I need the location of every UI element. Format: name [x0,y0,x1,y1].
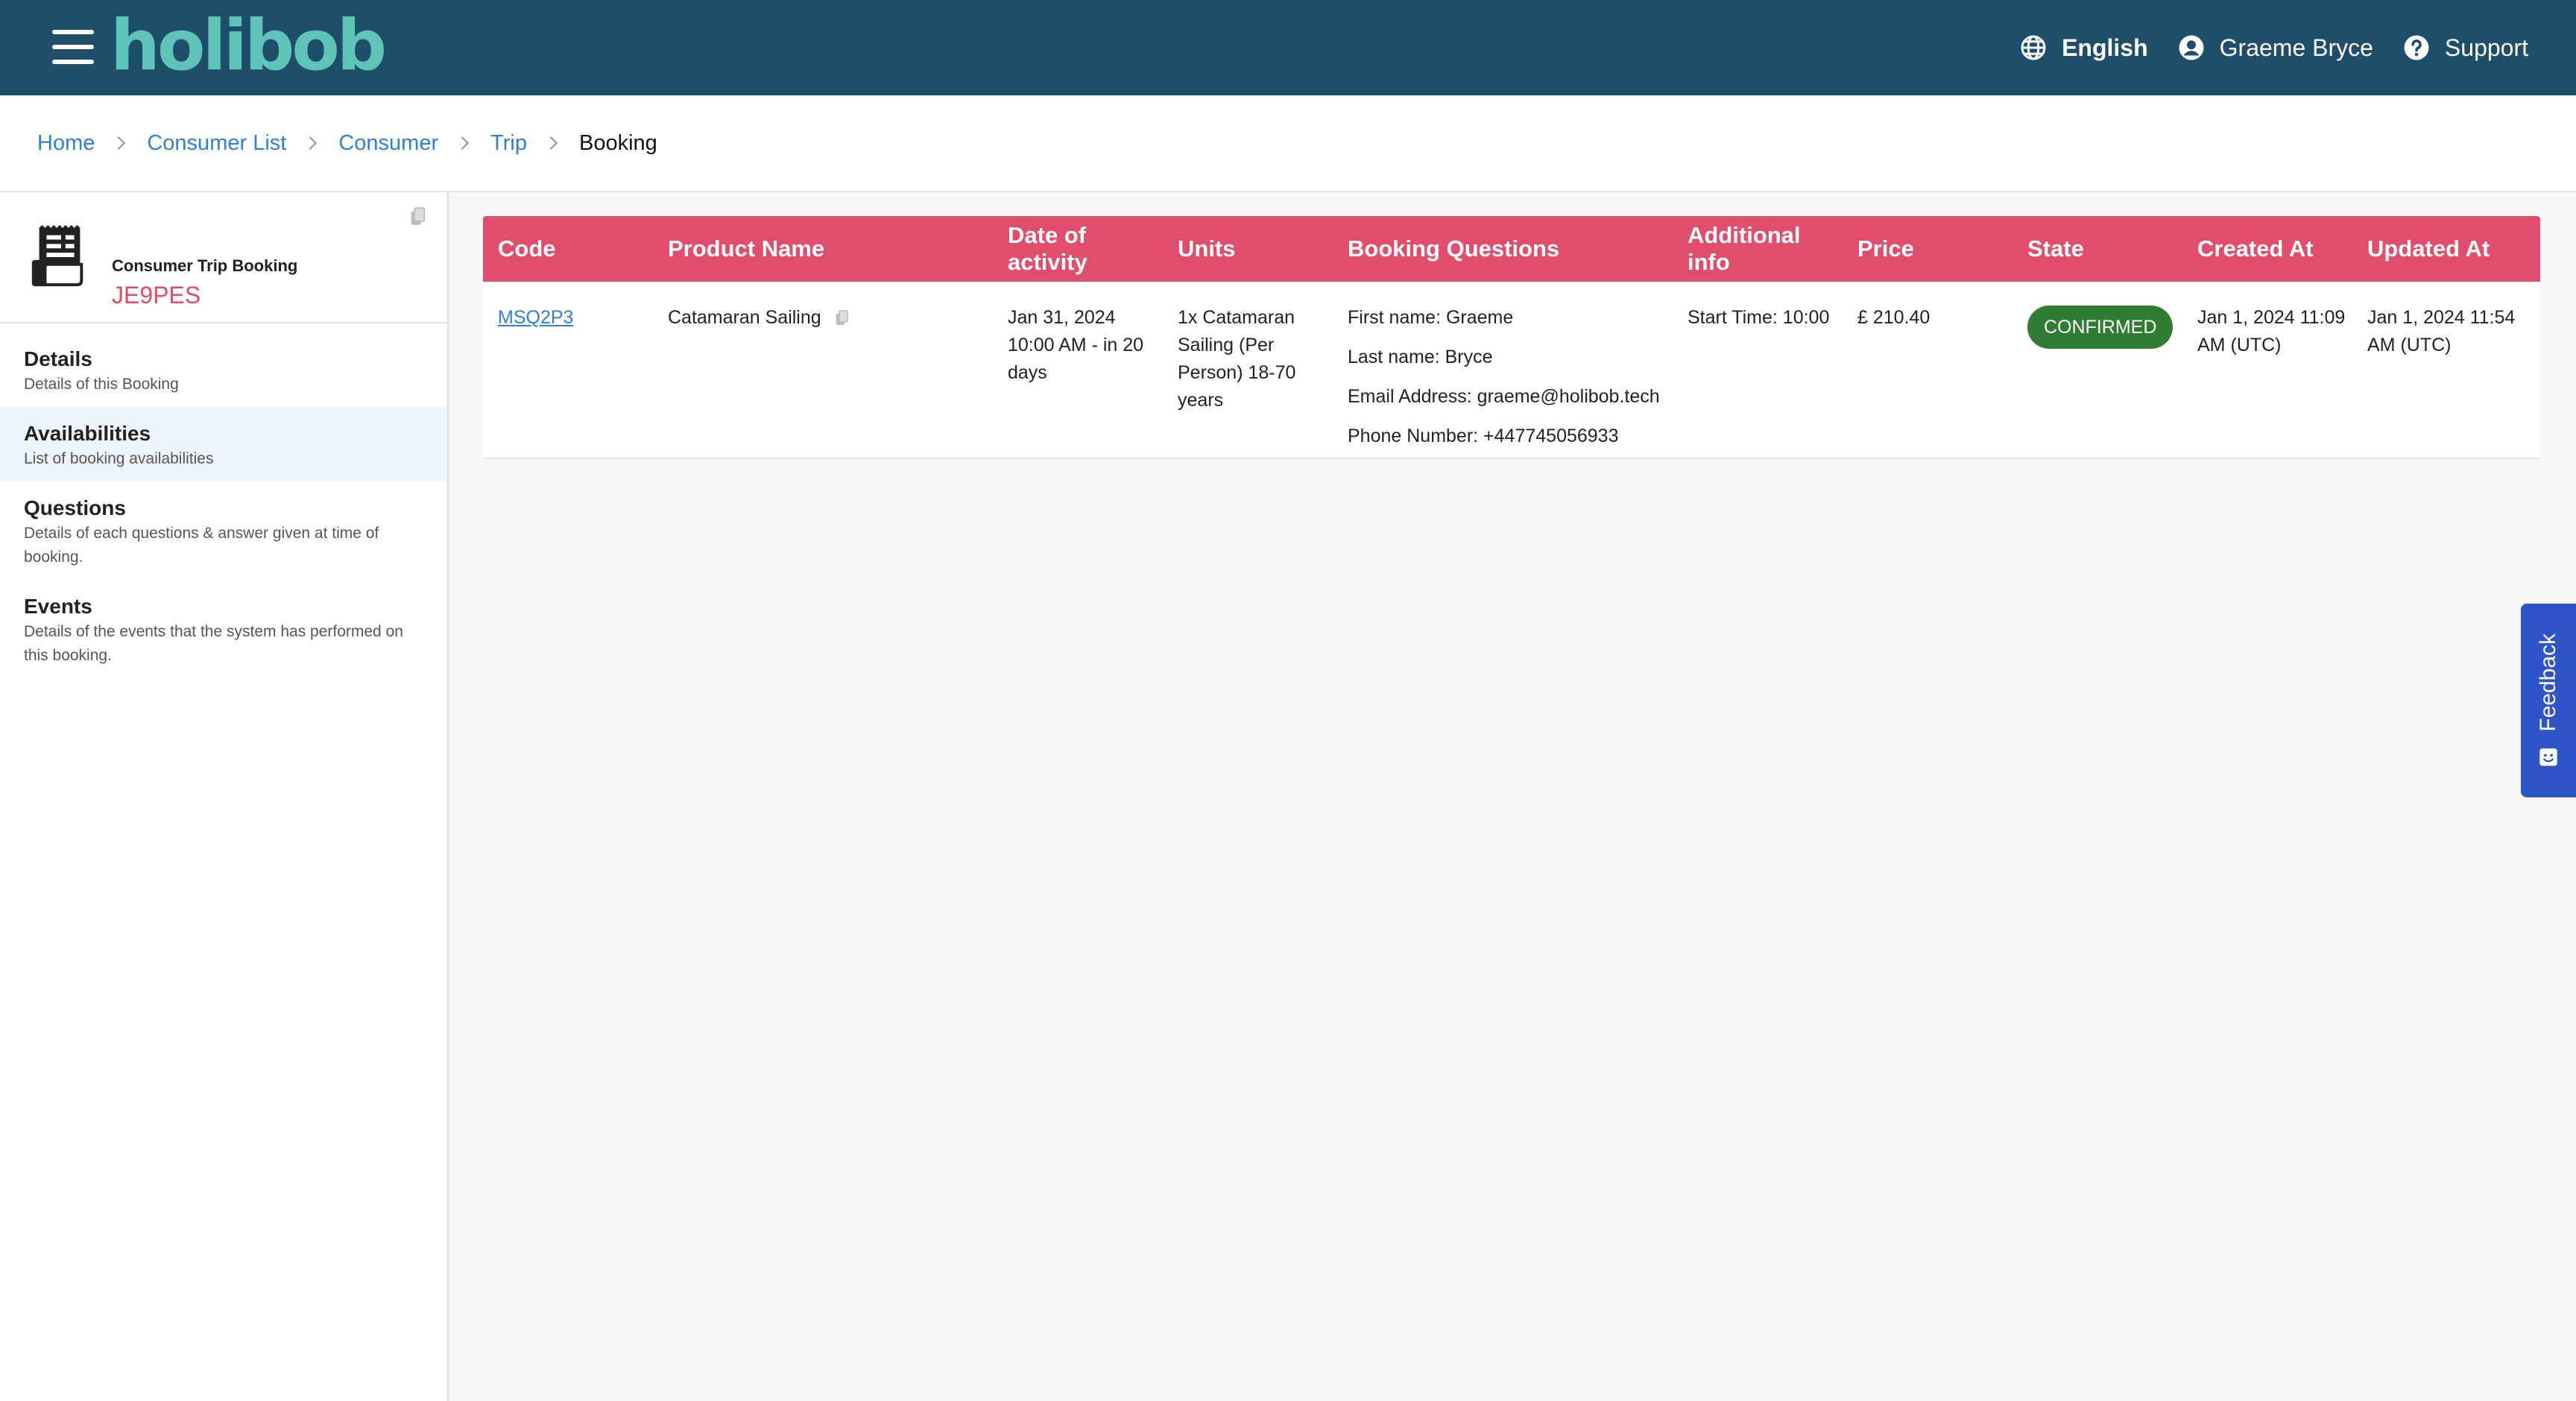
language-selector[interactable]: English [2020,34,2148,62]
chevron-right-icon [286,135,338,151]
column-header-product-name: Product Name [668,235,825,262]
sidebar-item-questions[interactable]: Questions Details of each questions & an… [0,481,447,580]
sidebar-item-title: Details [24,347,92,370]
booking-question-last-name: Last name: Bryce [1348,347,1493,367]
availability-code-link[interactable]: MSQ2P3 [498,307,573,328]
column-header-updated-at: Updated At [2367,235,2490,262]
breadcrumb-home[interactable]: Home [37,131,95,156]
copy-icon[interactable] [836,310,849,326]
holibob-logo[interactable]: holibob [110,9,387,83]
sidebar-item-events[interactable]: Events Details of the events that the sy… [0,580,447,678]
cell-units: 1x Catamaran Sailing (Per Person) 18-70 … [1178,307,1296,411]
cell-code: MSQ2P3 [483,304,653,458]
booking-code: JE9PES [112,282,201,309]
chevron-right-icon [95,135,147,151]
column-header-price: Price [1857,235,1914,262]
table-header: Code Product Name Date of activity Units… [483,216,2540,282]
sidebar-item-details[interactable]: Details Details of this Booking [0,332,447,407]
column-header-state: State [2027,235,2084,262]
status-badge: CONFIRMED [2027,306,2174,349]
user-menu[interactable]: Graeme Bryce [2178,34,2373,62]
cell-state: CONFIRMED [2012,304,2182,458]
sidebar-item-desc: Details of this Booking [24,376,179,393]
breadcrumb-booking: Booking [578,130,657,155]
feedback-button[interactable]: Feedback [2521,604,2576,797]
smiley-icon [2539,748,2557,766]
column-header-created-at: Created At [2197,235,2314,262]
sidebar: Consumer Trip Booking JE9PES Details Det… [0,192,449,1401]
sidebar-item-desc: Details of each questions & answer given… [24,525,379,566]
language-label: English [2062,34,2148,61]
cell-date-of-activity: Jan 31, 2024 10:00 AM - in 20 days [1008,307,1144,383]
column-header-units: Units [1178,235,1236,262]
booking-question-phone: Phone Number: +447745056933 [1348,426,1619,446]
sidebar-item-title: Events [24,595,92,618]
sidebar-title: Consumer Trip Booking [112,256,298,275]
menu-icon[interactable] [52,30,94,64]
column-header-date-of-activity: Date of activity [1008,222,1087,275]
sidebar-item-availabilities[interactable]: Availabilities List of booking availabil… [0,407,447,481]
column-header-booking-questions: Booking Questions [1348,235,1560,262]
booking-question-email: Email Address: graeme@holibob.tech [1348,386,1660,407]
sidebar-title-block: Consumer Trip Booking JE9PES [112,222,297,322]
column-header-code: Code [498,235,556,262]
booking-question-first-name: First name: Graeme [1348,307,1514,328]
support-link[interactable]: Support [2403,34,2528,62]
receipt-icon [31,224,83,287]
table-row: MSQ2P3 Catamaran Sailing Jan 31, 2024 10… [483,282,2540,459]
chevron-right-icon [527,135,579,151]
cell-updated-at: Jan 1, 2024 11:54 AM (UTC) [2367,307,2516,355]
product-name: Catamaran Sailing [668,307,821,328]
cell-created-at: Jan 1, 2024 11:09 AM (UTC) [2197,307,2346,355]
availabilities-table: Code Product Name Date of activity Units… [483,216,2540,459]
sidebar-item-title: Availabilities [24,422,151,445]
breadcrumb-consumer[interactable]: Consumer [338,131,438,156]
help-icon [2404,35,2429,60]
sidebar-item-desc: List of booking availabilities [24,450,214,467]
support-label: Support [2444,34,2528,61]
cell-additional-info: Start Time: 10:00 [1688,307,1830,328]
column-header-additional-info: Additional info [1688,222,1801,275]
breadcrumb-trip[interactable]: Trip [490,131,527,156]
breadcrumb: Home Consumer List Consumer Trip Booking [0,95,2576,192]
chevron-right-icon [438,135,490,151]
user-name: Graeme Bryce [2219,34,2373,61]
sidebar-header: Consumer Trip Booking JE9PES [0,192,447,323]
sidebar-item-title: Questions [24,496,126,519]
sidebar-item-desc: Details of the events that the system ha… [24,623,403,664]
top-nav: English Graeme Bryce Support [2020,0,2528,95]
breadcrumb-consumer-list[interactable]: Consumer List [147,131,286,156]
account-icon [2179,35,2204,60]
feedback-label: Feedback [2536,633,2560,732]
cell-price: £ 210.40 [1857,307,1931,328]
copy-icon[interactable] [410,207,426,227]
globe-icon [2021,35,2046,60]
cell-booking-questions: First name: Graeme Last name: Bryce Emai… [1333,304,1673,458]
cell-product-name: Catamaran Sailing [653,304,993,458]
top-bar: holibob English Graeme Bryce Support [0,0,2576,95]
